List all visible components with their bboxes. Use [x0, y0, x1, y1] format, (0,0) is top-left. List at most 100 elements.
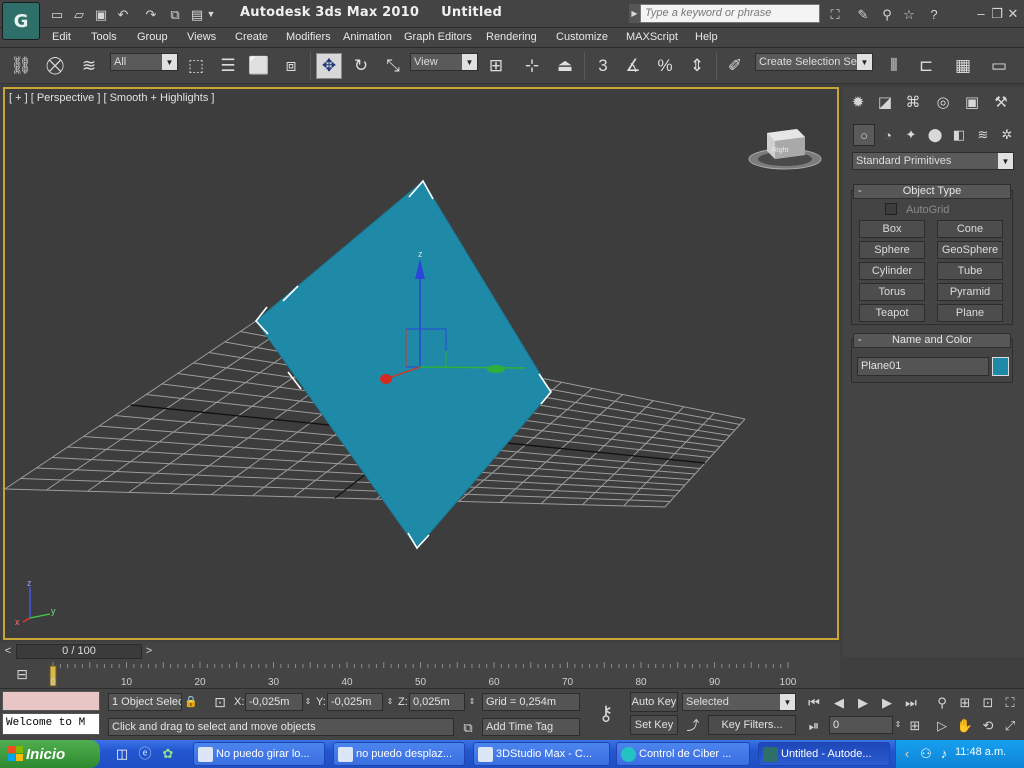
- play-animation-icon[interactable]: ▶: [854, 693, 872, 711]
- align-icon[interactable]: ⊏: [913, 53, 939, 79]
- taskbar-item-browser-3[interactable]: 3DStudio Max - C...: [473, 742, 610, 766]
- menu-group[interactable]: Group: [137, 31, 168, 43]
- select-and-rotate-icon[interactable]: ↻: [348, 53, 374, 79]
- add-time-tag-field[interactable]: Add Time Tag: [482, 718, 580, 736]
- display-panel-tab-icon[interactable]: ▣: [960, 91, 984, 113]
- sphere-button[interactable]: Sphere: [859, 241, 925, 259]
- open-file-icon[interactable]: ▱: [70, 5, 88, 23]
- cylinder-button[interactable]: Cylinder: [859, 262, 925, 280]
- cameras-category-icon[interactable]: ⬤: [924, 124, 946, 146]
- object-color-swatch[interactable]: [992, 357, 1009, 376]
- subscription-center-icon[interactable]: ✎: [854, 5, 872, 23]
- select-object-icon[interactable]: ⬚: [183, 53, 209, 79]
- network-icon[interactable]: ⚇: [918, 745, 934, 761]
- name-and-color-rollout-header[interactable]: - Name and Color: [853, 333, 1011, 348]
- plane-button[interactable]: Plane: [937, 304, 1003, 322]
- search-expand-icon[interactable]: ▶: [629, 4, 640, 23]
- perspective-viewport[interactable]: z Right z y x [ + ] [ Perspective ] [ Sm…: [3, 87, 839, 640]
- previous-key-icon[interactable]: ◀: [830, 693, 848, 711]
- percent-snap-toggle-icon[interactable]: %: [652, 53, 678, 79]
- show-desktop-icon[interactable]: ◫: [114, 745, 130, 761]
- set-keys-key-icon[interactable]: ⚷: [588, 693, 624, 735]
- menu-help[interactable]: Help: [695, 31, 718, 43]
- shapes-category-icon[interactable]: ◔: [877, 124, 899, 146]
- menu-create[interactable]: Create: [235, 31, 268, 43]
- cone-button[interactable]: Cone: [937, 220, 1003, 238]
- tube-button[interactable]: Tube: [937, 262, 1003, 280]
- fetch-icon[interactable]: ▤: [188, 5, 206, 23]
- zoom-extents-icon[interactable]: ⊡: [978, 692, 998, 712]
- select-and-link-icon[interactable]: ⛓: [8, 53, 34, 79]
- zoom-all-icon[interactable]: ⊞: [955, 692, 975, 712]
- x-spinner-icon[interactable]: ⇕: [303, 693, 313, 711]
- taskbar-item-cyber-control[interactable]: Control de Ciber ...: [616, 742, 750, 766]
- maxscript-mini-listener-output[interactable]: [2, 691, 100, 711]
- pyramid-button[interactable]: Pyramid: [937, 283, 1003, 301]
- menu-graph-editors[interactable]: Graph Editors: [404, 31, 472, 43]
- box-button[interactable]: Box: [859, 220, 925, 238]
- motion-panel-tab-icon[interactable]: ◎: [931, 91, 955, 113]
- redo-icon[interactable]: ↷: [140, 5, 162, 23]
- hierarchy-panel-tab-icon[interactable]: ⌘: [901, 91, 925, 113]
- time-configuration-icon[interactable]: ⊞: [906, 716, 924, 734]
- viewcube[interactable]: Right: [748, 129, 822, 170]
- angle-snap-toggle-icon[interactable]: ∡: [620, 53, 646, 79]
- x-coordinate-input[interactable]: -0,025m: [245, 693, 303, 711]
- go-to-end-icon[interactable]: ⏭: [902, 693, 920, 711]
- torus-button[interactable]: Torus: [859, 283, 925, 301]
- restore-window-icon[interactable]: ❐: [990, 5, 1004, 21]
- maximize-viewport-toggle-icon[interactable]: ⤢: [1000, 715, 1020, 735]
- application-button-icon[interactable]: G: [2, 2, 40, 40]
- orbit-icon[interactable]: ⟲: [978, 715, 998, 735]
- default-tangents-icon[interactable]: ⤴: [682, 716, 704, 734]
- field-of-view-icon[interactable]: ▷: [932, 715, 952, 735]
- maxscript-mini-listener-input[interactable]: Welcome to M: [2, 713, 100, 735]
- menu-customize[interactable]: Customize: [556, 31, 608, 43]
- geometry-category-icon[interactable]: ○: [853, 124, 875, 146]
- y-spinner-icon[interactable]: ⇕: [385, 693, 395, 711]
- utilities-panel-tab-icon[interactable]: ⚒: [989, 91, 1013, 113]
- key-filters-button[interactable]: Key Filters...: [708, 715, 796, 735]
- menu-views[interactable]: Views: [187, 31, 216, 43]
- graphite-modeling-tools-icon[interactable]: ▭: [986, 53, 1012, 79]
- use-pivot-point-center-icon[interactable]: ⊞: [483, 53, 509, 79]
- lights-category-icon[interactable]: ✦: [900, 124, 922, 146]
- reference-coordinate-dropdown[interactable]: View ▼: [410, 53, 478, 71]
- volume-icon[interactable]: ♪: [936, 745, 952, 761]
- selection-filter-dropdown[interactable]: All ▼: [110, 53, 178, 71]
- new-scene-icon[interactable]: ▭: [48, 5, 66, 23]
- z-spinner-icon[interactable]: ⇕: [467, 693, 477, 711]
- internet-explorer-icon[interactable]: ⓔ: [137, 745, 153, 761]
- y-coordinate-input[interactable]: -0,025m: [327, 693, 383, 711]
- close-window-icon[interactable]: ✕: [1006, 5, 1020, 21]
- quick-access-dropdown-icon[interactable]: ▼: [206, 5, 216, 23]
- current-frame-input[interactable]: 0: [829, 716, 893, 734]
- absolute-mode-transform-icon[interactable]: ⊡: [210, 692, 230, 712]
- keyboard-shortcut-override-icon[interactable]: ⏏: [552, 53, 578, 79]
- infocenter-search-input[interactable]: Type a keyword or phrase: [640, 4, 820, 23]
- frame-spinner-icon[interactable]: ⇕: [893, 716, 903, 734]
- go-to-start-icon[interactable]: ⏮: [805, 693, 823, 711]
- binoculars-search-icon[interactable]: ⛶: [824, 5, 846, 23]
- taskbar-clock[interactable]: 11:48 a.m.: [955, 746, 1006, 758]
- auto-key-button[interactable]: Auto Key: [630, 692, 678, 712]
- taskbar-item-3ds-max[interactable]: Untitled - Autode...: [758, 742, 890, 766]
- helpers-category-icon[interactable]: ◧: [948, 124, 970, 146]
- previous-frame-arrow[interactable]: <: [2, 644, 14, 659]
- key-mode-dropdown[interactable]: Selected ▼: [682, 693, 796, 711]
- edit-named-selection-sets-icon[interactable]: ✐: [722, 53, 748, 79]
- next-frame-arrow[interactable]: >: [143, 644, 155, 659]
- menu-tools[interactable]: Tools: [91, 31, 117, 43]
- bind-to-space-warp-icon[interactable]: ≋: [76, 53, 102, 79]
- rectangular-selection-region-icon[interactable]: ⬜: [246, 53, 272, 79]
- zoom-icon[interactable]: ⚲: [932, 692, 952, 712]
- select-and-move-icon[interactable]: ✥: [316, 53, 342, 79]
- taskbar-item-browser-2[interactable]: no puedo desplaz...: [333, 742, 465, 766]
- menu-modifiers[interactable]: Modifiers: [286, 31, 331, 43]
- plane-object[interactable]: [255, 180, 552, 549]
- z-coordinate-input[interactable]: 0,025m: [409, 693, 465, 711]
- menu-rendering[interactable]: Rendering: [486, 31, 537, 43]
- taskbar-item-browser-1[interactable]: No puedo girar lo...: [193, 742, 325, 766]
- help-icon[interactable]: ?: [924, 4, 944, 24]
- select-by-name-icon[interactable]: ☰: [215, 53, 241, 79]
